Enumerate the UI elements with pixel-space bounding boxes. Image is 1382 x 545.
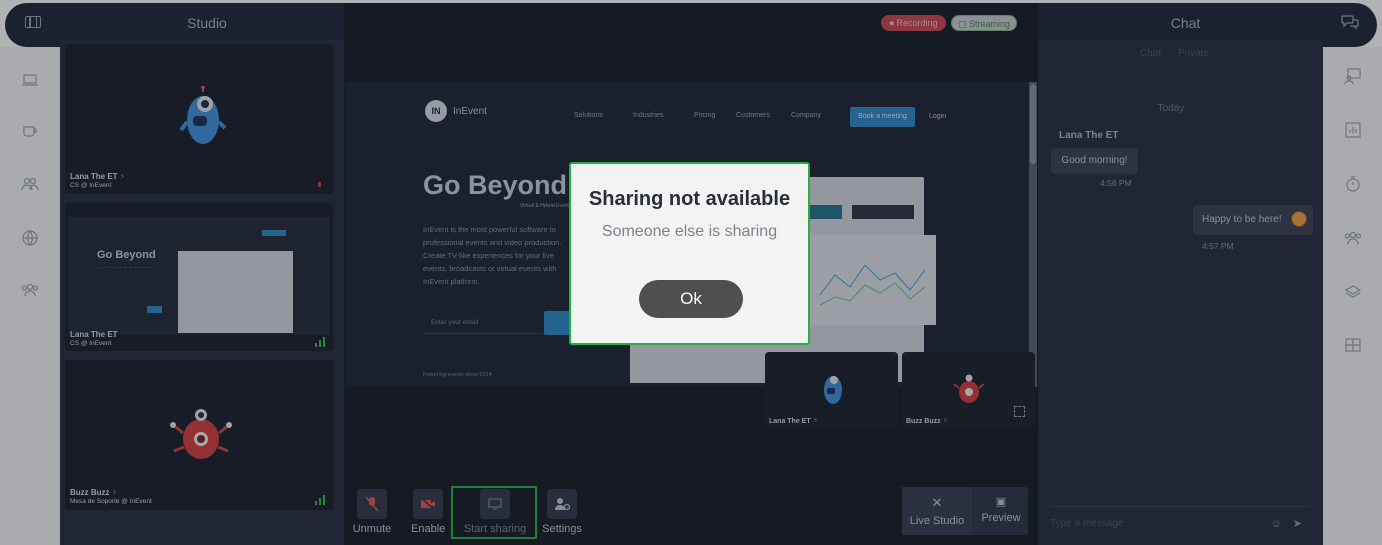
dialog-message: Someone else is sharing bbox=[601, 223, 778, 240]
poll-chart-icon[interactable] bbox=[1344, 121, 1362, 139]
globe-icon[interactable] bbox=[21, 229, 39, 247]
tab-chat[interactable]: Chat bbox=[1140, 48, 1161, 59]
people-icon[interactable] bbox=[21, 175, 39, 193]
film-icon[interactable] bbox=[25, 16, 41, 28]
inevent-logo: IN bbox=[425, 100, 447, 122]
emoji-icon bbox=[1291, 211, 1307, 227]
presenter-icon[interactable] bbox=[1343, 67, 1362, 85]
signal-strength-icon bbox=[315, 495, 327, 505]
enable-camera-button[interactable]: Enable bbox=[411, 489, 445, 535]
brand-name: InEvent bbox=[453, 106, 487, 117]
nav-pricing: Pricing bbox=[694, 112, 716, 119]
participant-name: Lana The ET bbox=[70, 330, 118, 339]
message-time: 4:56 PM bbox=[1100, 178, 1132, 188]
message-text: Happy to be here! bbox=[1202, 214, 1282, 225]
camera-off-icon bbox=[413, 489, 443, 519]
fullscreen-icon[interactable] bbox=[1014, 406, 1025, 417]
preview-button[interactable]: ▣ Preview bbox=[974, 487, 1028, 535]
alien-avatar-red bbox=[953, 374, 985, 403]
participant-role: CS @ InEvent bbox=[70, 182, 112, 189]
streaming-badge[interactable]: ▢ Streaming bbox=[951, 15, 1017, 31]
participant-tile-2[interactable]: Go Beyond Lana The ET CS @ InEvent bbox=[65, 203, 333, 351]
stage-cam-name: Buzz Buzz bbox=[906, 418, 941, 425]
recording-badge[interactable]: ⏺ Recording bbox=[881, 15, 946, 31]
stage-cam-1[interactable]: Lana The ET ⚡ bbox=[765, 352, 898, 428]
site-subheadline: Virtual & Hybrid Events bbox=[520, 203, 572, 209]
participant-role: Mesa de Soporte @ InEvent bbox=[70, 498, 152, 505]
site-line-chart bbox=[810, 235, 936, 325]
nav-industries: Industries bbox=[633, 112, 664, 119]
grid-layout-icon[interactable] bbox=[1344, 336, 1362, 354]
message-bubble-incoming: Good morning! bbox=[1051, 148, 1138, 174]
signal-low-icon bbox=[318, 182, 321, 187]
stage-cam-name: Lana The ET bbox=[769, 418, 811, 425]
message-sender: Lana The ET bbox=[1059, 130, 1119, 141]
nav-company: Company bbox=[791, 112, 821, 119]
mic-muted-icon: ⚡ bbox=[942, 416, 949, 425]
site-powering-text: Powering events since 2014 bbox=[423, 372, 492, 378]
mic-muted-icon: ⚡ bbox=[111, 488, 118, 497]
thumbnail-headline: Go Beyond bbox=[97, 249, 156, 261]
signal-strength-icon bbox=[315, 337, 327, 347]
tools-icon: ✕ bbox=[931, 495, 943, 510]
chat-input-placeholder: Type a message bbox=[1050, 518, 1124, 529]
site-email-field: Enter your email bbox=[423, 312, 543, 334]
unmute-button[interactable]: Unmute bbox=[352, 489, 392, 535]
chat-message-input[interactable]: Type a message ☺ ➤ bbox=[1050, 506, 1310, 536]
site-headline: Go Beyond bbox=[423, 170, 568, 200]
shared-screen-scrollbar bbox=[1029, 82, 1037, 387]
layers-icon[interactable] bbox=[1344, 283, 1362, 301]
coffee-icon[interactable] bbox=[21, 122, 39, 140]
mic-muted-icon: ⚡ bbox=[119, 172, 126, 181]
mic-off-icon bbox=[357, 489, 387, 519]
user-settings-icon bbox=[547, 489, 577, 519]
group-icon[interactable] bbox=[21, 281, 39, 299]
alien-avatar-blue bbox=[179, 86, 227, 144]
alien-avatar-blue bbox=[824, 376, 842, 404]
left-rail bbox=[0, 47, 60, 545]
stage-cam-2[interactable]: Buzz Buzz ⚡ bbox=[902, 352, 1035, 428]
participant-tile-3[interactable]: Buzz Buzz ⚡ Mesa de Soporte @ InEvent bbox=[65, 360, 333, 510]
participant-tile-1[interactable]: Lana The ET ⚡ CS @ InEvent bbox=[65, 44, 333, 194]
dialog-title: Sharing not available bbox=[588, 188, 791, 210]
site-email-button bbox=[544, 311, 570, 335]
mic-muted-icon: ⚡ bbox=[812, 416, 819, 425]
live-studio-button[interactable]: ✕ Live Studio bbox=[902, 487, 972, 535]
book-meeting-button: Book a meeting bbox=[850, 107, 915, 127]
emoji-picker-icon[interactable]: ☺ bbox=[1270, 518, 1281, 530]
start-sharing-highlight bbox=[451, 486, 537, 539]
participant-role: CS @ InEvent bbox=[70, 340, 112, 347]
chat-bubbles-icon[interactable] bbox=[1341, 15, 1359, 29]
alien-avatar-red bbox=[170, 409, 232, 459]
app-frame: Studio Chat Lana The ET ⚡ CS @ InEvent G… bbox=[0, 0, 1382, 545]
mode-switcher: ✕ Live Studio ▣ Preview bbox=[902, 487, 1028, 535]
participant-name: Lana The ET bbox=[70, 172, 118, 181]
right-rail bbox=[1323, 47, 1382, 545]
send-icon[interactable]: ➤ bbox=[1293, 518, 1302, 530]
nav-customers: Customers bbox=[736, 112, 770, 119]
nav-solutions: Solutions bbox=[574, 112, 603, 119]
attendees-icon[interactable] bbox=[1344, 229, 1362, 247]
message-bubble-outgoing: Happy to be here! bbox=[1193, 205, 1313, 235]
ok-button[interactable]: Ok bbox=[639, 280, 743, 318]
preview-icon: ▣ bbox=[995, 496, 1007, 508]
chat-panel bbox=[1038, 40, 1323, 545]
sharing-unavailable-dialog: Sharing not available Someone else is sh… bbox=[569, 162, 810, 345]
message-time: 4:57 PM bbox=[1202, 241, 1234, 251]
login-link: Login bbox=[929, 113, 947, 120]
timer-icon[interactable] bbox=[1344, 175, 1362, 193]
laptop-icon[interactable] bbox=[21, 71, 39, 89]
site-paragraph: InEvent is the most powerful software to… bbox=[423, 225, 562, 286]
chat-day-divider: Today bbox=[1157, 103, 1185, 114]
participant-name: Buzz Buzz bbox=[70, 488, 110, 497]
tab-private[interactable]: Private bbox=[1178, 48, 1209, 59]
screen-share-thumbnail: Go Beyond bbox=[68, 217, 330, 335]
thumbnail-dashboard bbox=[178, 251, 293, 333]
settings-button[interactable]: Settings bbox=[542, 489, 582, 535]
chat-tabs: Chat Private bbox=[1140, 48, 1223, 59]
